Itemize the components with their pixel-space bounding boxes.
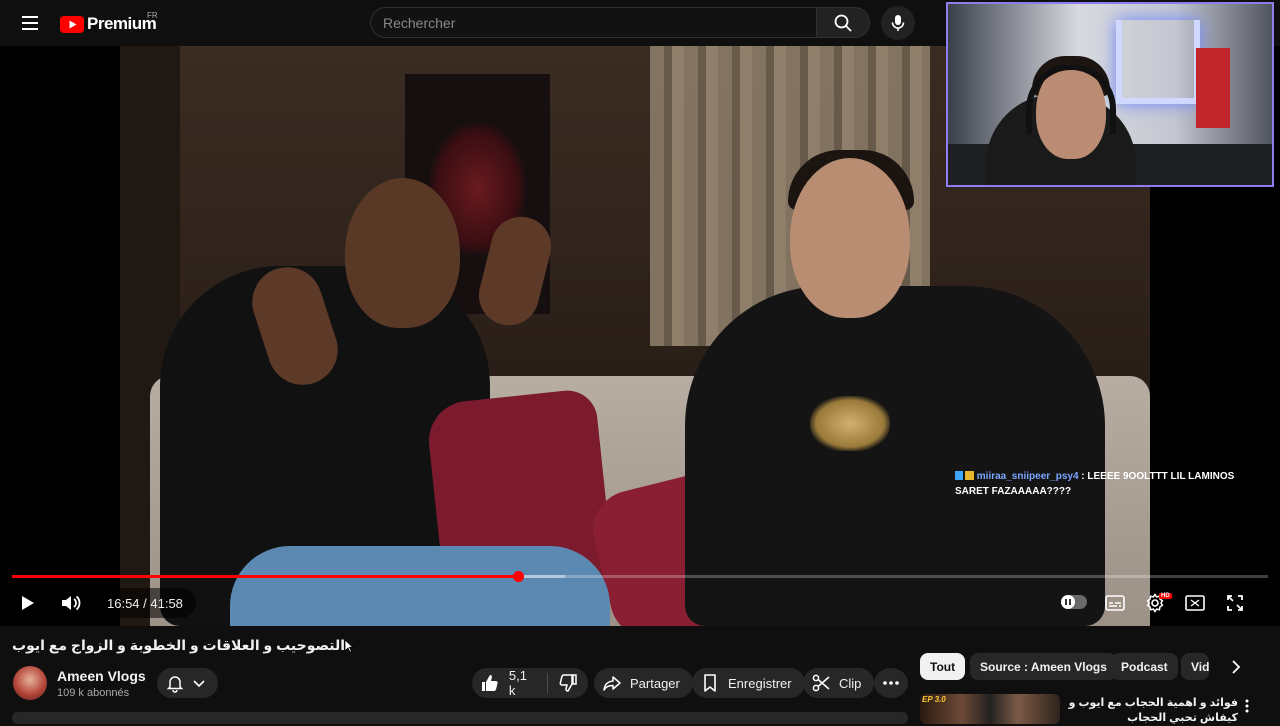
- scissors-icon: [812, 674, 830, 692]
- recommendation-title[interactable]: فوائد و اهمية الحجاب مع ايوب و كيفاش تحب…: [1066, 696, 1238, 726]
- like-button[interactable]: 5,1 k: [472, 668, 547, 698]
- chips-next-button[interactable]: [1222, 653, 1249, 680]
- time-display: 16:54 / 41:58: [94, 588, 196, 618]
- region-code: FR: [147, 11, 158, 20]
- recommendation-more-button[interactable]: [1241, 697, 1253, 715]
- chevron-down-icon: [193, 680, 205, 688]
- mouse-cursor-icon: [344, 639, 354, 653]
- chip-videos[interactable]: Vidéos: [1181, 653, 1209, 680]
- progress-bar[interactable]: [12, 571, 1268, 582]
- thumbs-up-icon: [481, 675, 498, 691]
- description-box[interactable]: [12, 712, 908, 724]
- share-button[interactable]: Partager: [594, 668, 693, 698]
- chat-badge-icon: [955, 471, 974, 480]
- play-button[interactable]: [14, 590, 40, 616]
- bookmark-icon: [704, 674, 716, 692]
- subtitles-icon: [1105, 595, 1125, 611]
- chevron-right-icon: [1231, 659, 1240, 674]
- youtube-premium-logo[interactable]: Premium: [60, 14, 157, 34]
- search-button[interactable]: [816, 7, 870, 38]
- chat-overlay-message: miiraa_sniipeer_psy4 : LEEEE 9OOLTTT LIL…: [955, 471, 1235, 497]
- webcam-overlay: [946, 2, 1274, 187]
- like-dislike-group: 5,1 k: [472, 668, 588, 698]
- share-label: Partager: [630, 675, 680, 691]
- play-icon: [22, 596, 34, 610]
- like-count: 5,1 k: [508, 668, 527, 698]
- volume-button[interactable]: [57, 590, 83, 616]
- search-input[interactable]: [371, 8, 803, 37]
- chip-podcast[interactable]: Podcast: [1111, 653, 1178, 680]
- channel-avatar[interactable]: [13, 666, 47, 700]
- volume-icon: [62, 595, 81, 611]
- thumbnail-label: EP 3.0: [922, 695, 946, 704]
- hd-badge: HD: [1159, 593, 1172, 599]
- share-icon: [603, 676, 621, 691]
- video-title: التصوحيب و العلاقات و الخطوبة و الزواج م…: [12, 637, 346, 653]
- clip-button[interactable]: Clip: [803, 668, 875, 698]
- search-icon: [834, 14, 852, 32]
- save-button[interactable]: Enregistrer: [692, 668, 805, 698]
- clip-label: Clip: [839, 675, 862, 691]
- microphone-icon: [891, 15, 905, 31]
- save-label: Enregistrer: [728, 675, 792, 691]
- chip-source[interactable]: Source : Ameen Vlogs: [970, 653, 1117, 680]
- menu-icon[interactable]: [18, 11, 42, 35]
- youtube-play-icon: [60, 15, 84, 33]
- logo-text: Premium: [87, 14, 157, 33]
- subscriber-count: 109 k abonnés: [57, 687, 130, 699]
- chip-all[interactable]: Tout: [920, 653, 966, 680]
- progress-played: [12, 575, 519, 578]
- theater-mode-icon: [1185, 595, 1205, 611]
- subtitles-button[interactable]: [1102, 590, 1128, 616]
- pause-icon: [1061, 595, 1075, 609]
- chat-username: miiraa_sniipeer_psy4: [976, 471, 1079, 482]
- voice-search-button[interactable]: [881, 6, 915, 40]
- bell-icon: [166, 676, 184, 693]
- more-vertical-icon: [1245, 699, 1249, 713]
- fullscreen-button[interactable]: [1222, 590, 1248, 616]
- more-horizontal-icon: [883, 681, 899, 685]
- dislike-button[interactable]: [548, 668, 588, 698]
- channel-name[interactable]: Ameen Vlogs: [57, 668, 146, 684]
- theater-mode-button[interactable]: [1182, 590, 1208, 616]
- more-actions-button[interactable]: [874, 668, 908, 698]
- fullscreen-icon: [1227, 595, 1243, 611]
- subscribed-notifications-button[interactable]: [157, 668, 218, 698]
- autoplay-toggle[interactable]: [1061, 595, 1087, 609]
- search-box: [370, 7, 816, 38]
- thumbs-down-icon: [559, 674, 577, 692]
- time-text: 16:54 / 41:58: [107, 595, 183, 611]
